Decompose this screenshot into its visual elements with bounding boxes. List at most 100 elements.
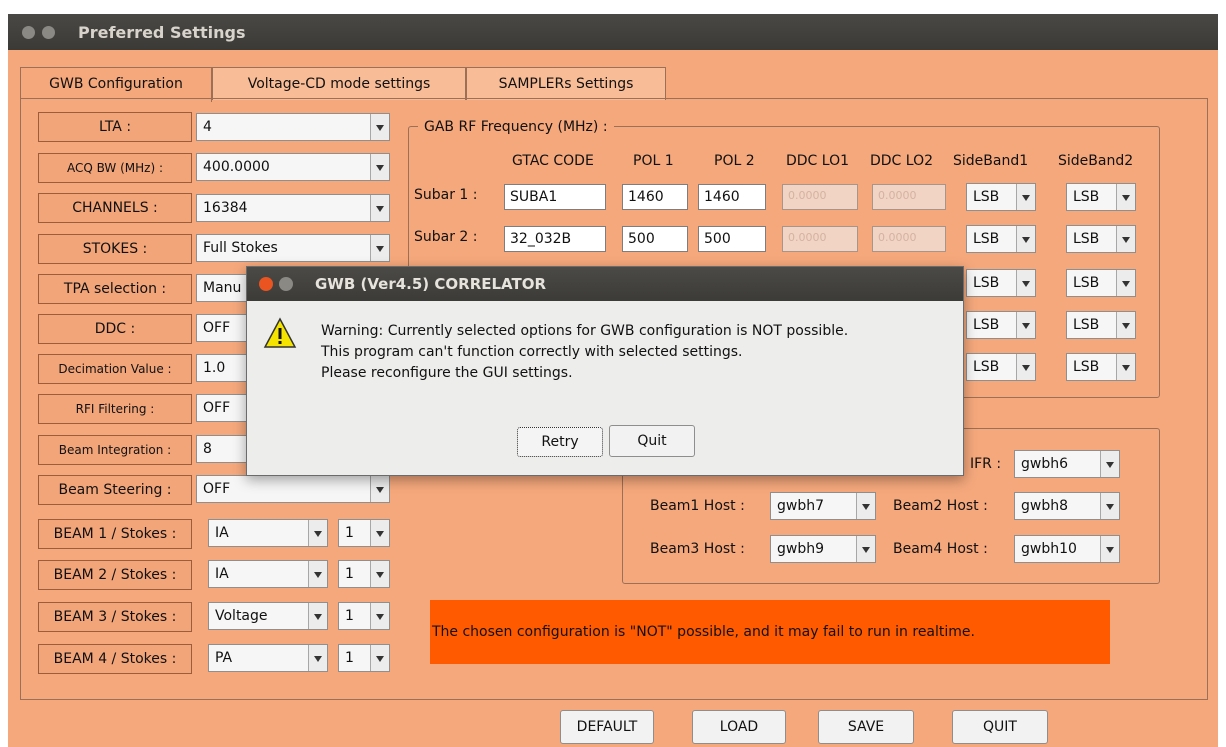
subar4-sb2-select[interactable]: LSB bbox=[1066, 311, 1136, 339]
chevron-down-icon bbox=[308, 645, 327, 671]
rfi-label: RFI Filtering : bbox=[38, 394, 192, 424]
chevron-down-icon bbox=[856, 493, 875, 519]
beam3-label: BEAM 3 / Stokes : bbox=[38, 602, 192, 632]
beam-steering-label: Beam Steering : bbox=[38, 475, 192, 505]
subar2-lo1-input[interactable]: 0.0000 bbox=[782, 226, 858, 252]
chevron-down-icon bbox=[1016, 184, 1035, 210]
decimation-label: Decimation Value : bbox=[38, 354, 192, 384]
subar1-lo1-input[interactable]: 0.0000 bbox=[782, 184, 858, 210]
subar2-pol1-input[interactable]: 500 bbox=[622, 226, 688, 252]
acq-bw-label: ACQ BW (MHz) : bbox=[38, 153, 192, 183]
beam1-host-label: Beam1 Host : bbox=[650, 498, 745, 514]
header-pol2: POL 2 bbox=[714, 153, 755, 169]
chevron-down-icon bbox=[370, 476, 389, 502]
header-sideband2: SideBand2 bbox=[1058, 153, 1134, 169]
chevron-down-icon bbox=[370, 235, 389, 261]
beam-steering-select[interactable]: OFF bbox=[196, 475, 390, 503]
beam4-mode-select[interactable]: PA bbox=[208, 644, 328, 672]
subar2-lo2-input[interactable]: 0.0000 bbox=[872, 226, 946, 252]
dialog-titlebar: GWB (Ver4.5) CORRELATOR bbox=[247, 267, 963, 301]
minimize-icon[interactable] bbox=[279, 277, 293, 291]
retry-button[interactable]: Retry bbox=[517, 427, 603, 457]
beam4-num-select[interactable]: 1 bbox=[338, 644, 390, 672]
beam3-num-select[interactable]: 1 bbox=[338, 602, 390, 630]
default-button[interactable]: DEFAULT bbox=[560, 710, 654, 744]
chevron-down-icon bbox=[308, 520, 327, 546]
header-ddc-lo2: DDC LO2 bbox=[870, 153, 934, 169]
tab-samplers[interactable]: SAMPLERs Settings bbox=[466, 67, 666, 100]
beam4-host-label: Beam4 Host : bbox=[893, 541, 988, 557]
subar3-sb1-select[interactable]: LSB bbox=[966, 269, 1036, 297]
tpa-label: TPA selection : bbox=[38, 274, 192, 304]
subar1-sb2-select[interactable]: LSB bbox=[1066, 183, 1136, 211]
lta-select[interactable]: 4 bbox=[196, 113, 390, 141]
subar1-lo2-input[interactable]: 0.0000 bbox=[872, 184, 946, 210]
chevron-down-icon bbox=[370, 195, 389, 221]
chevron-down-icon bbox=[1116, 270, 1135, 296]
chevron-down-icon bbox=[1116, 312, 1135, 338]
quit-button[interactable]: QUIT bbox=[952, 710, 1048, 744]
chevron-down-icon bbox=[1016, 312, 1035, 338]
beam2-label: BEAM 2 / Stokes : bbox=[38, 560, 192, 590]
dialog-quit-button[interactable]: Quit bbox=[609, 425, 695, 457]
close-icon[interactable] bbox=[259, 277, 273, 291]
beam2-host-select[interactable]: gwbh8 bbox=[1014, 492, 1120, 520]
chevron-down-icon bbox=[370, 114, 389, 140]
header-pol1: POL 1 bbox=[633, 153, 674, 169]
beam4-label: BEAM 4 / Stokes : bbox=[38, 644, 192, 674]
subar2-label: Subar 2 : bbox=[414, 229, 478, 245]
beam1-host-select[interactable]: gwbh7 bbox=[770, 492, 876, 520]
tab-voltage-cd[interactable]: Voltage-CD mode settings bbox=[212, 67, 466, 100]
subar1-code-input[interactable]: SUBA1 bbox=[504, 184, 606, 210]
ddc-label: DDC : bbox=[38, 314, 192, 344]
beam3-host-select[interactable]: gwbh9 bbox=[770, 535, 876, 563]
load-button[interactable]: LOAD bbox=[692, 710, 786, 744]
window-title: Preferred Settings bbox=[78, 23, 246, 42]
chevron-down-icon bbox=[1116, 184, 1135, 210]
ifr-label: IFR : bbox=[970, 456, 1002, 472]
window-titlebar: Preferred Settings bbox=[8, 14, 1218, 50]
chevron-down-icon bbox=[308, 603, 327, 629]
chevron-down-icon bbox=[1016, 226, 1035, 252]
minimize-icon[interactable] bbox=[42, 26, 55, 39]
lta-label: LTA : bbox=[38, 112, 192, 142]
beam2-num-select[interactable]: 1 bbox=[338, 560, 390, 588]
status-text: The chosen configuration is "NOT" possib… bbox=[432, 624, 975, 640]
subar2-sb2-select[interactable]: LSB bbox=[1066, 225, 1136, 253]
subar3-sb2-select[interactable]: LSB bbox=[1066, 269, 1136, 297]
stokes-select[interactable]: Full Stokes bbox=[196, 234, 390, 262]
subar1-pol2-input[interactable]: 1460 bbox=[698, 184, 766, 210]
subar5-sb2-select[interactable]: LSB bbox=[1066, 353, 1136, 381]
channels-label: CHANNELS : bbox=[38, 193, 192, 223]
dialog-message: Warning: Currently selected options for … bbox=[321, 321, 848, 384]
beam3-host-label: Beam3 Host : bbox=[650, 541, 745, 557]
ifr-select[interactable]: gwbh6 bbox=[1014, 450, 1120, 478]
warning-icon bbox=[263, 317, 297, 348]
subar2-sb1-select[interactable]: LSB bbox=[966, 225, 1036, 253]
chevron-down-icon bbox=[370, 154, 389, 180]
channels-select[interactable]: 16384 bbox=[196, 194, 390, 222]
chevron-down-icon bbox=[1116, 354, 1135, 380]
stokes-label: STOKES : bbox=[38, 234, 192, 264]
acq-bw-select[interactable]: 400.0000 bbox=[196, 153, 390, 181]
header-gtac: GTAC CODE bbox=[512, 153, 594, 169]
subar5-sb1-select[interactable]: LSB bbox=[966, 353, 1036, 381]
chevron-down-icon bbox=[370, 520, 389, 546]
beam1-label: BEAM 1 / Stokes : bbox=[38, 519, 192, 549]
close-icon[interactable] bbox=[22, 26, 35, 39]
save-button[interactable]: SAVE bbox=[818, 710, 914, 744]
subar2-code-input[interactable]: 32_032B bbox=[504, 226, 606, 252]
beam-integration-label: Beam Integration : bbox=[38, 435, 192, 465]
tab-gwb-configuration[interactable]: GWB Configuration bbox=[20, 67, 212, 102]
chevron-down-icon bbox=[1100, 493, 1119, 519]
beam1-num-select[interactable]: 1 bbox=[338, 519, 390, 547]
beam4-host-select[interactable]: gwbh10 bbox=[1014, 535, 1120, 563]
subar4-sb1-select[interactable]: LSB bbox=[966, 311, 1036, 339]
subar1-pol1-input[interactable]: 1460 bbox=[622, 184, 688, 210]
beam3-mode-select[interactable]: Voltage bbox=[208, 602, 328, 630]
beam2-mode-select[interactable]: IA bbox=[208, 560, 328, 588]
dialog-line-1: Warning: Currently selected options for … bbox=[321, 323, 849, 339]
subar1-sb1-select[interactable]: LSB bbox=[966, 183, 1036, 211]
subar2-pol2-input[interactable]: 500 bbox=[698, 226, 766, 252]
beam1-mode-select[interactable]: IA bbox=[208, 519, 328, 547]
